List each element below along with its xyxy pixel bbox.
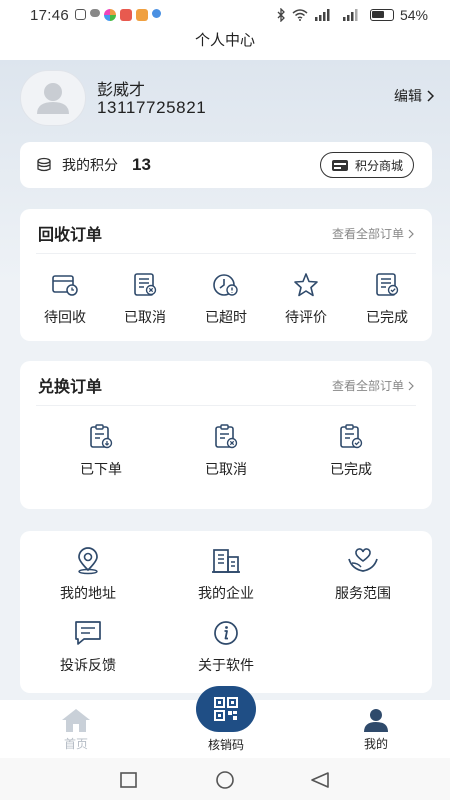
cancelled-icon: [134, 273, 157, 296]
exchange-cancelled-label: 已取消: [205, 462, 247, 478]
chevron-right-icon: [427, 90, 434, 102]
exchange-cancelled-button[interactable]: 已取消: [191, 423, 261, 479]
default-user-icon: [37, 83, 69, 114]
recycle-cancelled-label: 已取消: [124, 310, 166, 326]
building-icon: [212, 549, 240, 573]
exchange-completed-label: 已完成: [330, 462, 372, 478]
recycle-orders-card: 回收订单 查看全部订单 待回收 已取消 已超时 待评价 已完成: [20, 209, 432, 341]
divider: [36, 405, 416, 406]
battery-level: 54%: [399, 7, 428, 23]
shop-icon: [331, 160, 348, 171]
user-name: 彭威才: [97, 80, 146, 99]
edit-label: 编辑: [394, 89, 422, 105]
coins-icon: [37, 157, 51, 172]
divider: [36, 253, 416, 254]
notification-icons: [75, 9, 162, 21]
user-phone: 13117725821: [97, 98, 207, 117]
info-icon: [214, 621, 238, 645]
complaint-feedback-button[interactable]: 投诉反馈: [53, 619, 123, 675]
timeout-icon: [213, 274, 238, 296]
nav-home-label: 首页: [63, 737, 88, 751]
points-value: 13: [132, 155, 151, 174]
about-software-label: 关于软件: [198, 658, 254, 674]
message-icon: [75, 621, 101, 645]
points-mall-button[interactable]: 积分商城: [319, 152, 414, 178]
signal-2-icon: [342, 9, 358, 21]
home-icon: [62, 709, 90, 732]
user-icon: [364, 709, 388, 732]
recycle-orders-title: 回收订单: [38, 225, 103, 244]
completed-icon: [340, 424, 363, 449]
recycle-to-review-button[interactable]: 待评价: [271, 271, 341, 327]
pending-recycle-icon: [52, 275, 78, 296]
page-title: 个人中心: [194, 31, 255, 49]
recycle-timeout-label: 已超时: [205, 310, 247, 326]
recycle-view-all-link[interactable]: 查看全部订单: [332, 225, 414, 242]
exchange-view-all-link[interactable]: 查看全部订单: [332, 377, 414, 394]
points-label: 我的积分: [62, 158, 118, 174]
recycle-cancelled-button[interactable]: 已取消: [110, 271, 180, 327]
profile-section: 彭威才 13117725821 编辑: [20, 70, 440, 130]
my-address-label: 我的地址: [60, 586, 116, 602]
star-icon: [294, 273, 318, 297]
points-mall-label: 积分商城: [354, 158, 403, 173]
nav-home[interactable]: 首页: [46, 708, 106, 752]
wifi-icon: [292, 9, 308, 21]
service-area-label: 服务范围: [335, 586, 391, 602]
system-nav-buttons: [120, 771, 329, 789]
recycle-pending-button[interactable]: 待回收: [30, 271, 100, 327]
nav-mine-label: 我的: [363, 737, 388, 751]
points-card: 我的积分 13 积分商城: [20, 142, 432, 188]
view-all-label: 查看全部订单: [331, 379, 404, 393]
ordered-icon: [90, 424, 113, 449]
page-header: 个人中心: [0, 30, 450, 60]
scan-code-button[interactable]: [196, 686, 256, 732]
location-icon: [78, 547, 98, 575]
nav-mine[interactable]: 我的: [346, 708, 406, 752]
status-time: 17:46: [30, 6, 70, 24]
avatar[interactable]: [20, 70, 86, 126]
back-icon[interactable]: [311, 772, 329, 788]
my-address-button[interactable]: 我的地址: [53, 547, 123, 603]
exchange-ordered-label: 已下单: [80, 462, 122, 478]
recycle-pending-label: 待回收: [44, 310, 86, 326]
recycle-timeout-button[interactable]: 已超时: [191, 271, 261, 327]
exchange-completed-button[interactable]: 已完成: [316, 423, 386, 479]
recycle-completed-label: 已完成: [366, 310, 408, 326]
my-company-label: 我的企业: [198, 586, 254, 602]
chevron-right-icon: [408, 229, 414, 238]
services-card: 我的地址 我的企业 服务范围 投诉反馈 关于软件: [20, 531, 432, 693]
nav-scan-label-wrap[interactable]: 核销码: [195, 736, 257, 753]
heart-hand-icon: [348, 548, 378, 572]
recents-icon[interactable]: [120, 772, 137, 788]
edit-profile-button[interactable]: 编辑: [394, 86, 434, 106]
cancelled-icon: [215, 424, 238, 449]
battery-icon: [369, 9, 394, 21]
bluetooth-icon: [277, 8, 285, 22]
completed-icon: [376, 273, 399, 296]
service-area-button[interactable]: 服务范围: [328, 547, 398, 603]
about-software-button[interactable]: 关于软件: [191, 619, 261, 675]
nav-scan-label: 核销码: [207, 738, 244, 752]
recycle-to-review-label: 待评价: [285, 310, 327, 326]
chevron-right-icon: [408, 381, 414, 390]
recycle-completed-button[interactable]: 已完成: [352, 271, 422, 327]
home-circle-icon[interactable]: [216, 771, 234, 789]
complaint-feedback-label: 投诉反馈: [60, 658, 116, 674]
system-nav-bar: [0, 758, 450, 800]
signal-icon: [314, 9, 330, 21]
my-company-button[interactable]: 我的企业: [191, 547, 261, 603]
qr-code-icon: [214, 697, 238, 721]
exchange-ordered-button[interactable]: 已下单: [66, 423, 136, 479]
status-right: 54%: [276, 7, 428, 23]
view-all-label: 查看全部订单: [331, 227, 404, 241]
exchange-orders-card: 兑换订单 查看全部订单 已下单 已取消 已完成: [20, 361, 432, 509]
exchange-orders-title: 兑换订单: [38, 377, 103, 396]
status-bar: 17:46 54%: [0, 0, 450, 30]
